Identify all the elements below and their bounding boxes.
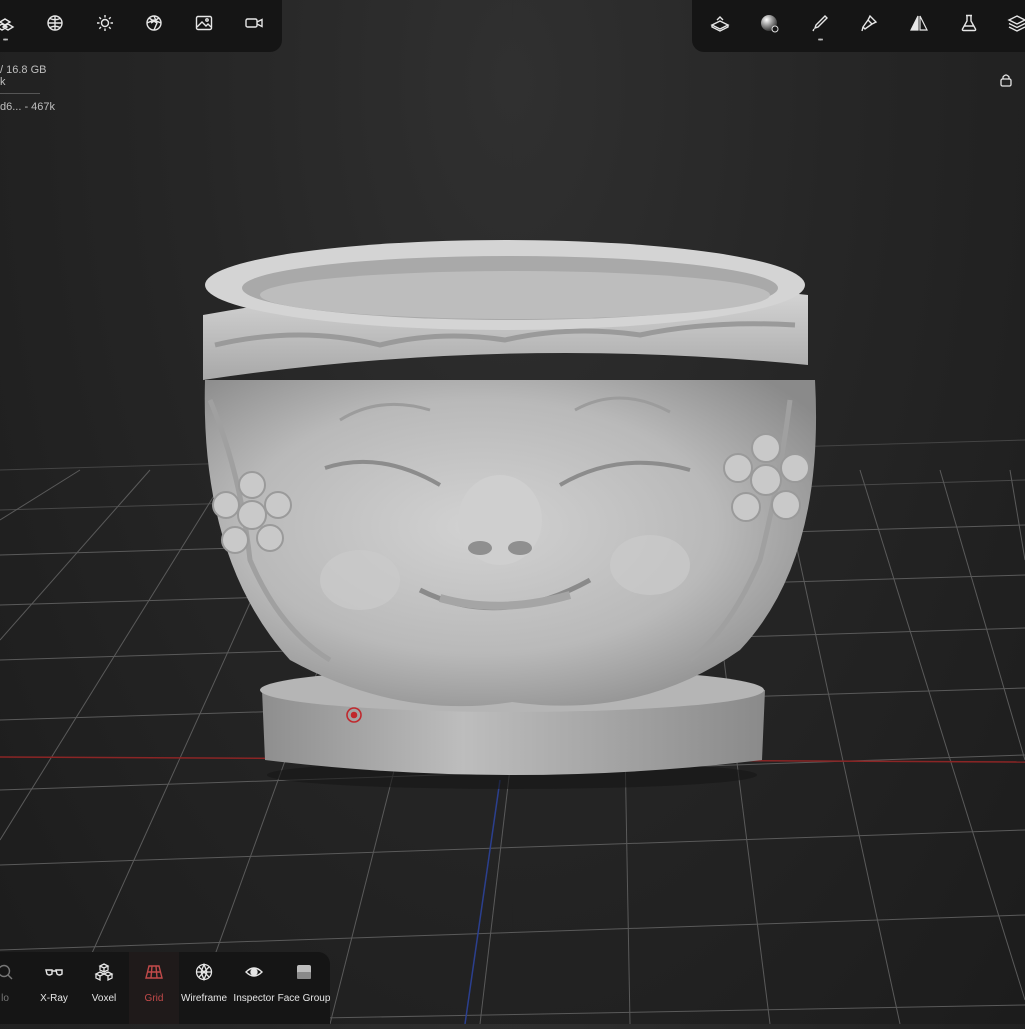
face-group-icon — [294, 952, 314, 987]
matcap-button[interactable] — [40, 10, 70, 40]
info-line: k — [0, 76, 6, 88]
brush-cursor — [345, 706, 363, 724]
inspector-icon — [244, 952, 264, 987]
voxel-button[interactable]: Voxel — [79, 952, 129, 1024]
shading-icon — [144, 13, 164, 38]
3d-viewport[interactable] — [0, 0, 1025, 1025]
grid-label: Grid — [144, 993, 164, 1004]
menu-dots-icon: ••• — [817, 37, 823, 44]
grid-button[interactable]: Grid — [129, 952, 179, 1024]
pot-model[interactable] — [203, 240, 817, 789]
search-label: lo — [1, 993, 9, 1004]
paint-icon — [859, 13, 879, 38]
background-image-icon — [194, 13, 214, 38]
flask-button[interactable] — [954, 10, 984, 40]
scene-icon — [0, 13, 15, 38]
paint-button[interactable] — [854, 10, 884, 40]
wireframe-icon — [194, 952, 214, 987]
search-button[interactable]: lo — [0, 952, 30, 1024]
layers-button[interactable] — [1002, 10, 1025, 40]
background-image-button[interactable] — [189, 10, 219, 40]
grid-icon — [144, 952, 164, 987]
bottom-toolbar: lo X-Ray Voxel Grid Wireframe Inspector — [0, 952, 330, 1024]
brush-icon — [810, 13, 830, 38]
wireframe-label: Wireframe — [180, 993, 228, 1004]
shading-button[interactable] — [139, 10, 169, 40]
symmetry-button[interactable] — [904, 10, 934, 40]
face-group-button[interactable]: Face Group — [277, 952, 331, 1024]
brush-button[interactable]: ••• — [805, 10, 835, 44]
inspector-button[interactable]: Inspector — [229, 952, 279, 1024]
scene-objects-button[interactable] — [705, 10, 735, 40]
viewport-canvas[interactable] — [0, 0, 1025, 1025]
menu-dots-icon: ••• — [2, 37, 8, 44]
material-button[interactable] — [754, 10, 784, 40]
top-left-toolbar: ••• — [0, 0, 282, 52]
light-icon — [95, 13, 115, 38]
inspector-label: Inspector — [233, 993, 275, 1004]
xray-icon — [44, 952, 64, 987]
wireframe-button[interactable]: Wireframe — [179, 952, 229, 1024]
memory-info: / 16.8 GB — [0, 64, 47, 76]
scene-button[interactable]: ••• — [0, 10, 20, 44]
lock-icon — [998, 74, 1014, 92]
face-group-label: Face Group — [277, 993, 331, 1004]
flask-icon — [959, 13, 979, 38]
matcap-sphere-icon — [45, 13, 65, 38]
layers-icon — [1007, 13, 1025, 38]
mesh-info[interactable]: d6... - 467k — [0, 101, 55, 113]
lock-button[interactable] — [998, 72, 1014, 88]
light-button[interactable] — [90, 10, 120, 40]
camera-icon — [244, 13, 264, 38]
camera-button[interactable] — [239, 10, 269, 40]
voxel-label: Voxel — [91, 993, 117, 1004]
xray-button[interactable]: X-Ray — [29, 952, 79, 1024]
scene-objects-icon — [710, 13, 730, 38]
material-sphere-icon — [759, 13, 779, 38]
search-icon — [0, 952, 15, 987]
top-right-toolbar: ••• — [692, 0, 1025, 52]
symmetry-icon — [909, 13, 929, 38]
xray-label: X-Ray — [40, 993, 68, 1004]
voxel-icon — [94, 952, 114, 987]
info-divider — [0, 93, 40, 94]
